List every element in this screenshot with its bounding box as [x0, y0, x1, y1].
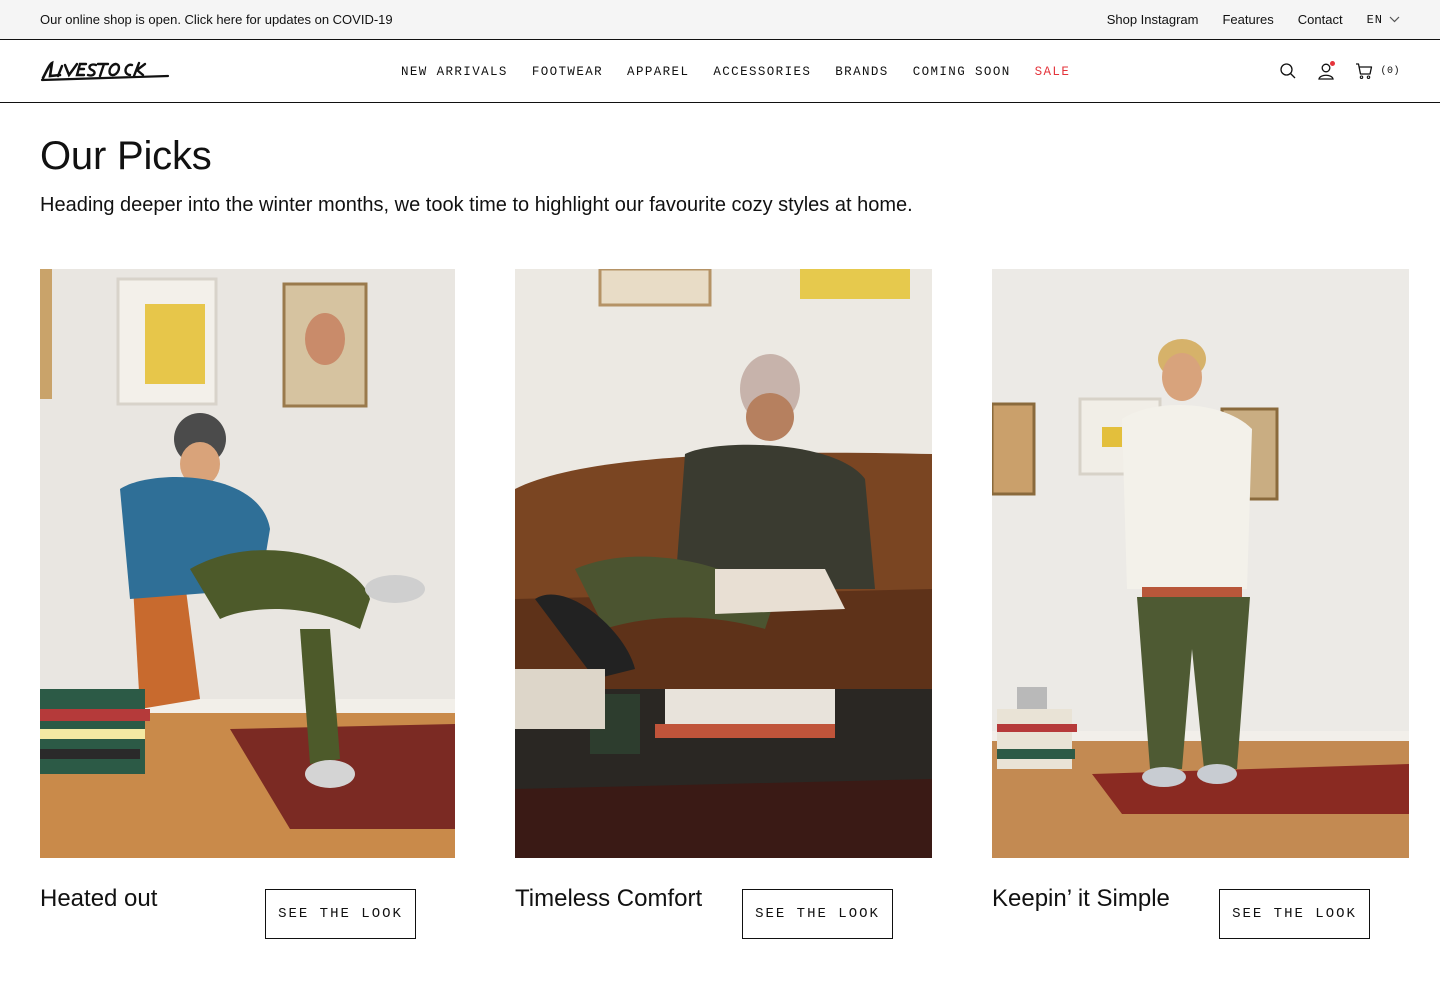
chevron-down-icon	[1389, 16, 1400, 23]
search-button[interactable]	[1278, 61, 1298, 81]
nav-footwear[interactable]: FOOTWEAR	[532, 65, 603, 79]
cart-button[interactable]: (0)	[1354, 61, 1400, 81]
nav-accessories[interactable]: ACCESSORIES	[713, 65, 811, 79]
see-the-look-button[interactable]: SEE THE LOOK	[1219, 889, 1370, 939]
page-subtitle: Heading deeper into the winter months, w…	[40, 194, 913, 216]
look-photo-image	[40, 269, 455, 858]
contact-link[interactable]: Contact	[1298, 12, 1343, 27]
look-card: Keepin’ it Simple SEE THE LOOK	[992, 269, 1409, 939]
look-photo-image	[515, 269, 932, 858]
nav-brands[interactable]: BRANDS	[835, 65, 888, 79]
nav-coming-soon[interactable]: COMING SOON	[913, 65, 1011, 79]
covid-update-link[interactable]: Our online shop is open. Click here for …	[40, 12, 393, 27]
look-photo[interactable]	[515, 269, 932, 858]
cart-icon-wrap	[1354, 61, 1374, 81]
account-button[interactable]	[1316, 61, 1336, 81]
language-selector[interactable]: EN	[1367, 13, 1400, 27]
cart-icon	[1356, 63, 1373, 79]
look-photo[interactable]	[40, 269, 455, 858]
shop-instagram-link[interactable]: Shop Instagram	[1107, 12, 1199, 27]
look-caption: Timeless Comfort	[515, 885, 703, 912]
look-photo-image	[992, 269, 1409, 858]
search-icon	[1280, 63, 1296, 79]
look-card: Timeless Comfort SEE THE LOOK	[515, 269, 932, 939]
nav-new-arrivals[interactable]: NEW ARRIVALS	[401, 65, 508, 79]
page-title: Our Picks	[40, 134, 212, 178]
utility-links: Shop Instagram Features Contact EN	[1107, 12, 1400, 27]
header-actions: (0)	[1278, 61, 1400, 81]
nav-sale[interactable]: SALE	[1035, 65, 1071, 79]
look-caption: Heated out	[40, 885, 158, 912]
nav-apparel[interactable]: APPAREL	[627, 65, 689, 79]
announcement-bar: Our online shop is open. Click here for …	[0, 0, 1440, 40]
language-label: EN	[1366, 12, 1383, 27]
look-card: Heated out SEE THE LOOK	[40, 269, 455, 939]
livestock-logo[interactable]	[40, 60, 170, 82]
logo-wordmark-icon	[40, 60, 170, 82]
see-the-look-button[interactable]: SEE THE LOOK	[742, 889, 893, 939]
site-header: NEW ARRIVALS FOOTWEAR APPAREL ACCESSORIE…	[0, 40, 1440, 103]
features-link[interactable]: Features	[1222, 12, 1273, 27]
main-nav: NEW ARRIVALS FOOTWEAR APPAREL ACCESSORIE…	[401, 40, 1070, 103]
see-the-look-button[interactable]: SEE THE LOOK	[265, 889, 416, 939]
look-caption: Keepin’ it Simple	[992, 885, 1170, 912]
cart-count: (0)	[1380, 65, 1400, 77]
look-photo[interactable]	[992, 269, 1409, 858]
